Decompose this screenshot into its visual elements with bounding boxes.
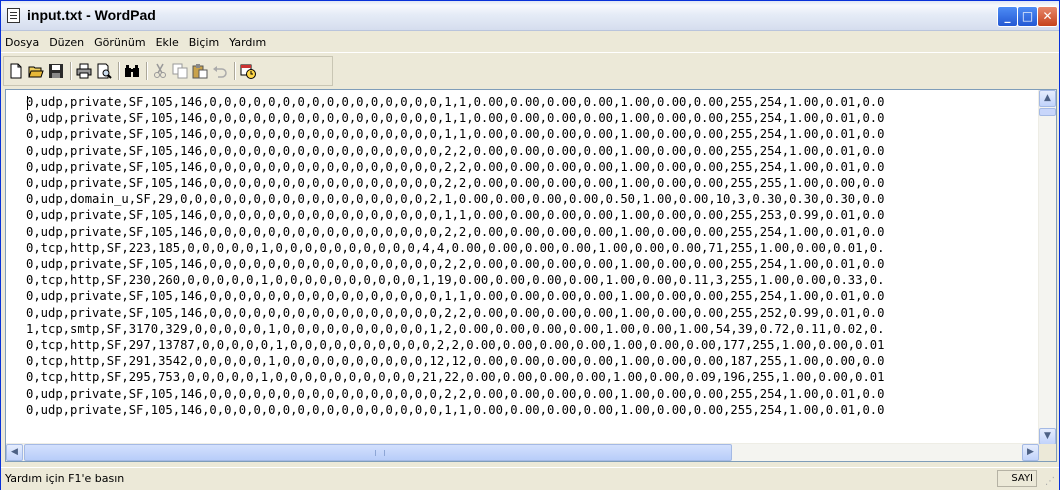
text-line[interactable]: 0,udp,private,SF,105,146,0,0,0,0,0,0,0,0… <box>26 402 1042 418</box>
text-line[interactable]: 0,udp,private,SF,105,146,0,0,0,0,0,0,0,0… <box>26 386 1042 402</box>
menu-yardim[interactable]: Yardım <box>224 33 271 49</box>
arrow-left-icon: ◀ <box>11 447 18 457</box>
arrow-up-icon: ▲ <box>1044 93 1051 103</box>
arrow-right-icon: ▶ <box>1027 447 1034 457</box>
document-editor[interactable]: 0,udp,private,SF,105,146,0,0,0,0,0,0,0,0… <box>5 89 1057 462</box>
open-folder-icon[interactable] <box>28 63 44 79</box>
maximize-button[interactable]: □ <box>1017 6 1038 27</box>
maximize-icon: □ <box>1021 9 1034 23</box>
menu-duzen[interactable]: Düzen <box>44 33 89 49</box>
close-button[interactable]: ✕ <box>1037 6 1058 27</box>
menu-dosya[interactable]: Dosya <box>1 33 44 49</box>
scroll-grip-icon <box>375 450 385 456</box>
window-title: input.txt - WordPad <box>27 7 156 23</box>
text-line[interactable]: 0,udp,private,SF,105,146,0,0,0,0,0,0,0,0… <box>26 224 1042 240</box>
menu-bar: Dosya Düzen Görünüm Ekle Biçim Yardım <box>1 31 1059 53</box>
toolbar-separator <box>146 62 148 80</box>
close-icon: ✕ <box>1042 9 1053 23</box>
text-line[interactable]: 0,udp,domain_u,SF,29,0,0,0,0,0,0,0,0,0,0… <box>26 191 1042 207</box>
status-help-text: Yardım için F1'e basın <box>5 472 125 485</box>
print-preview-icon[interactable] <box>96 63 112 79</box>
copy-icon[interactable] <box>172 63 188 79</box>
scroll-up-button[interactable]: ▲ <box>1039 90 1056 107</box>
document-text[interactable]: 0,udp,private,SF,105,146,0,0,0,0,0,0,0,0… <box>26 94 1042 446</box>
text-line[interactable]: 0,udp,private,SF,105,146,0,0,0,0,0,0,0,0… <box>26 288 1042 304</box>
horizontal-scrollbar[interactable]: ◀ ▶ <box>6 443 1039 461</box>
wordpad-app-icon[interactable] <box>7 8 20 23</box>
new-document-icon[interactable] <box>8 63 24 79</box>
text-line[interactable]: 0,udp,private,SF,105,146,0,0,0,0,0,0,0,0… <box>26 159 1042 175</box>
arrow-down-icon: ▼ <box>1044 431 1051 441</box>
text-line[interactable]: 0,udp,private,SF,105,146,0,0,0,0,0,0,0,0… <box>26 305 1042 321</box>
horizontal-scroll-thumb[interactable] <box>24 444 732 461</box>
status-bar: Yardım için F1'e basın SAYI ⋰ <box>1 467 1059 490</box>
text-line[interactable]: 1,tcp,smtp,SF,3170,329,0,0,0,0,0,1,0,0,0… <box>26 321 1042 337</box>
text-line[interactable]: 0,udp,private,SF,105,146,0,0,0,0,0,0,0,0… <box>26 126 1042 142</box>
toolbar-separator <box>70 62 72 80</box>
vertical-scrollbar[interactable]: ▲ ▼ <box>1038 90 1056 445</box>
save-icon[interactable] <box>48 63 64 79</box>
text-line[interactable]: 0,tcp,http,SF,291,3542,0,0,0,0,0,1,0,0,0… <box>26 353 1042 369</box>
text-line[interactable]: 0,udp,private,SF,105,146,0,0,0,0,0,0,0,0… <box>26 110 1042 126</box>
text-line[interactable]: 0,udp,private,SF,105,146,0,0,0,0,0,0,0,0… <box>26 207 1042 223</box>
text-line[interactable]: 0,udp,private,SF,105,146,0,0,0,0,0,0,0,0… <box>26 256 1042 272</box>
print-icon[interactable] <box>76 63 92 79</box>
scrollbar-corner <box>1039 444 1056 461</box>
minimize-icon: _ <box>1004 9 1011 23</box>
menu-bicim[interactable]: Biçim <box>184 33 224 49</box>
text-line[interactable]: 0,tcp,http,SF,295,753,0,0,0,0,0,1,0,0,0,… <box>26 369 1042 385</box>
scroll-right-button[interactable]: ▶ <box>1022 444 1039 461</box>
standard-toolbar <box>3 56 333 86</box>
menu-ekle[interactable]: Ekle <box>151 33 184 49</box>
text-line[interactable]: 0,tcp,http,SF,297,13787,0,0,0,0,0,1,0,0,… <box>26 337 1042 353</box>
cut-icon[interactable] <box>152 63 168 79</box>
vertical-scroll-thumb[interactable] <box>1039 108 1056 116</box>
find-icon[interactable] <box>124 63 140 79</box>
num-lock-indicator: SAYI <box>997 470 1037 487</box>
text-line[interactable]: 0,udp,private,SF,105,146,0,0,0,0,0,0,0,0… <box>26 175 1042 191</box>
paste-icon[interactable] <box>192 63 208 79</box>
toolbar-separator <box>118 62 120 80</box>
scroll-down-button[interactable]: ▼ <box>1039 428 1056 445</box>
text-line[interactable]: 0,tcp,http,SF,223,185,0,0,0,0,0,1,0,0,0,… <box>26 240 1042 256</box>
wordpad-window: input.txt - WordPad _ □ ✕ Dosya Düzen Görü… <box>0 0 1060 490</box>
text-line[interactable]: 0,tcp,http,SF,230,260,0,0,0,0,0,1,0,0,0,… <box>26 272 1042 288</box>
undo-icon[interactable] <box>212 63 228 79</box>
title-bar[interactable]: input.txt - WordPad _ □ ✕ <box>1 1 1059 31</box>
text-line[interactable]: 0,udp,private,SF,105,146,0,0,0,0,0,0,0,0… <box>26 94 1042 110</box>
resize-grip-icon[interactable]: ⋰ <box>1045 476 1057 488</box>
text-caret <box>27 96 28 110</box>
menu-gorunum[interactable]: Görünüm <box>89 33 150 49</box>
text-line[interactable]: 0,udp,private,SF,105,146,0,0,0,0,0,0,0,0… <box>26 143 1042 159</box>
toolbar-separator <box>234 62 236 80</box>
insert-datetime-icon[interactable] <box>240 63 256 79</box>
minimize-button[interactable]: _ <box>997 6 1018 27</box>
scroll-left-button[interactable]: ◀ <box>6 444 23 461</box>
